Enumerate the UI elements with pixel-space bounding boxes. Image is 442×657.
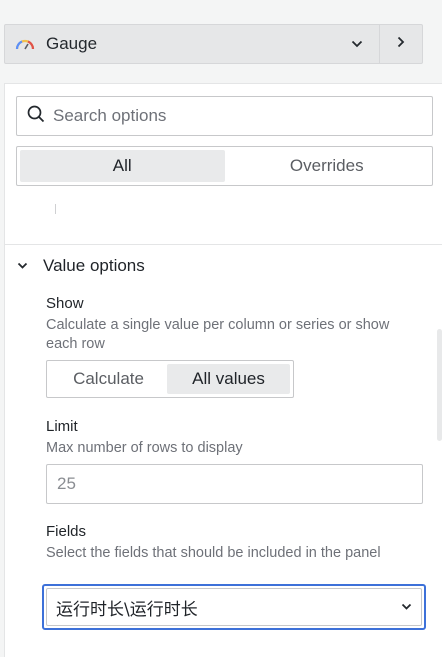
search-options-field[interactable] — [16, 96, 433, 136]
visualization-picker: Gauge — [4, 24, 423, 64]
limit-label: Limit — [46, 418, 78, 435]
tab-all[interactable]: All — [20, 150, 225, 182]
limit-input[interactable] — [46, 464, 423, 504]
tab-overrides[interactable]: Overrides — [225, 150, 430, 182]
options-tabs: All Overrides — [16, 146, 433, 186]
show-radio-group: Calculate All values — [46, 360, 294, 398]
divider — [55, 204, 56, 214]
all-values-option[interactable]: All values — [167, 364, 290, 394]
gauge-icon — [15, 35, 37, 53]
search-input[interactable] — [53, 106, 413, 126]
fields-description: Select the fields that should be include… — [46, 545, 381, 561]
chevron-down-icon — [401, 598, 412, 616]
scrollbar[interactable] — [437, 329, 442, 441]
show-description: Calculate a single value per column or s… — [46, 317, 390, 352]
chevron-down-icon[interactable] — [343, 25, 371, 63]
search-icon — [27, 105, 45, 128]
calculate-option[interactable]: Calculate — [50, 364, 167, 394]
visualization-picker-button[interactable]: Gauge — [5, 25, 343, 63]
section-divider — [5, 244, 442, 245]
panel-editor-options: Gauge All Overrides — [0, 0, 442, 657]
limit-description: Max number of rows to display — [46, 440, 243, 456]
value-options-header[interactable]: Value options — [17, 254, 145, 278]
toggle-options-pane-button[interactable] — [379, 25, 422, 63]
section-title: Value options — [43, 256, 145, 275]
options-pane: All Overrides Value options Show Calcula… — [4, 83, 442, 657]
fields-selected-value: 运行时长\运行时长 — [56, 599, 198, 620]
show-label: Show — [46, 295, 84, 312]
visualization-name: Gauge — [46, 34, 98, 53]
chevron-down-icon — [17, 257, 28, 275]
chevron-right-icon — [397, 35, 405, 53]
fields-label: Fields — [46, 523, 87, 540]
fields-select[interactable]: 运行时长\运行时长 — [42, 584, 426, 630]
